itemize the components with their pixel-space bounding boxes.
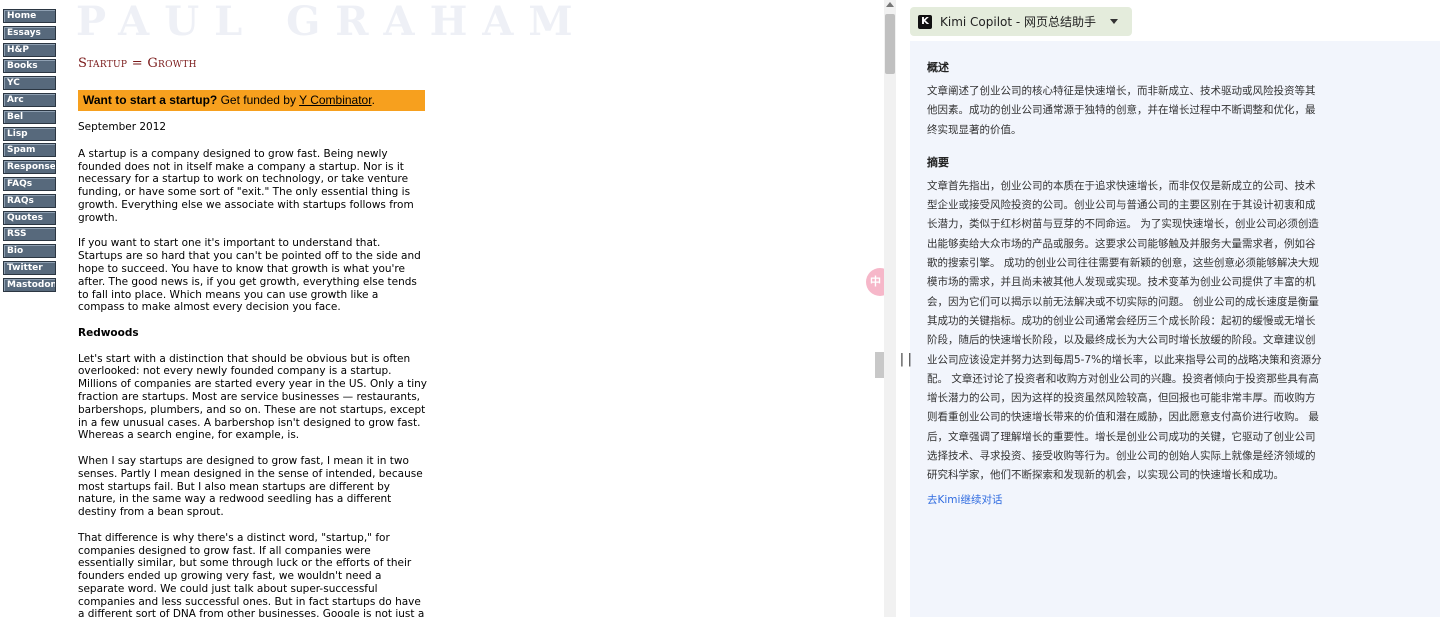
paragraph: That difference is why there's a distinc… — [78, 531, 425, 617]
article: Startup = Growth Want to start a startup… — [78, 56, 428, 617]
nav-mastodon[interactable]: Mastodon — [3, 277, 56, 292]
nav-books[interactable]: Books — [3, 59, 56, 74]
overview-heading: 概述 — [927, 61, 949, 74]
site-nav: Home Essays H&P Books YC Arc Bel Lisp Sp… — [3, 9, 57, 295]
yc-banner: Want to start a startup? Get funded by Y… — [78, 90, 425, 111]
banner-text: Get funded by — [217, 93, 300, 107]
article-title: Startup = Growth — [78, 56, 197, 71]
summary-text: 文章首先指出，创业公司的本质在于追求快速增长，而非仅仅是新成立的公司、技术型企业… — [927, 179, 1322, 482]
panel-resize-handle[interactable]: || — [898, 352, 914, 367]
nav-twitter[interactable]: Twitter — [3, 260, 56, 275]
nav-arc[interactable]: Arc — [3, 92, 56, 107]
summary-content: 概述 文章阐述了创业公司的核心特征是快速增长，而非新成立、技术驱动或风险投资等其… — [910, 41, 1440, 617]
nav-quotes[interactable]: Quotes — [3, 210, 56, 225]
continue-in-kimi-link[interactable]: 去Kimi继续对话 — [927, 492, 1002, 507]
web-page: PAUL GRAHAM Home Essays H&P Books YC Arc… — [0, 0, 884, 617]
nav-lisp[interactable]: Lisp — [3, 126, 56, 141]
nav-bio[interactable]: Bio — [3, 244, 56, 259]
paragraph: Let's start with a distinction that shou… — [78, 352, 428, 442]
summary-heading: 摘要 — [927, 155, 949, 169]
nav-bel[interactable]: Bel — [3, 109, 56, 124]
kimi-copilot-panel: K Kimi Copilot - 网页总结助手 概述 文章阐述了创业公司的核心特… — [896, 0, 1440, 617]
section-heading: Redwoods — [78, 326, 139, 339]
nav-hp[interactable]: H&P — [3, 42, 56, 57]
article-date: September 2012 — [78, 121, 167, 133]
nav-faqs[interactable]: FAQs — [3, 176, 56, 191]
page-side-handle[interactable] — [875, 352, 884, 378]
nav-home[interactable]: Home — [3, 9, 56, 23]
copilot-selector[interactable]: K Kimi Copilot - 网页总结助手 — [910, 7, 1133, 36]
banner-suffix: . — [371, 93, 375, 107]
nav-rss[interactable]: RSS — [3, 227, 56, 242]
nav-essays[interactable]: Essays — [3, 25, 56, 40]
kimi-logo-icon: K — [918, 14, 932, 29]
overview-text: 文章阐述了创业公司的核心特征是快速增长，而非新成立、技术驱动或风险投资等其他因素… — [927, 85, 1316, 136]
nav-responses[interactable]: Responses — [3, 160, 56, 175]
nav-spam[interactable]: Spam — [3, 143, 56, 158]
paragraph: If you want to start one it's important … — [78, 237, 421, 314]
copilot-title: Kimi Copilot - 网页总结助手 — [940, 15, 1097, 29]
paragraph: When I say startups are designed to grow… — [78, 454, 423, 519]
paragraph: A startup is a company designed to grow … — [78, 147, 414, 224]
site-logo[interactable]: PAUL GRAHAM — [76, 0, 588, 45]
chevron-down-icon — [1110, 19, 1119, 24]
nav-raqs[interactable]: RAQs — [3, 193, 56, 208]
page-scrollbar[interactable] — [884, 0, 896, 617]
banner-bold-text: Want to start a startup? — [83, 93, 218, 107]
yc-link[interactable]: Y Combinator — [299, 93, 372, 107]
nav-yc[interactable]: YC — [3, 76, 56, 91]
scroll-thumb[interactable] — [885, 14, 895, 74]
article-body: September 2012 A startup is a company de… — [78, 121, 428, 617]
scroll-up-arrow-icon[interactable] — [886, 2, 894, 7]
